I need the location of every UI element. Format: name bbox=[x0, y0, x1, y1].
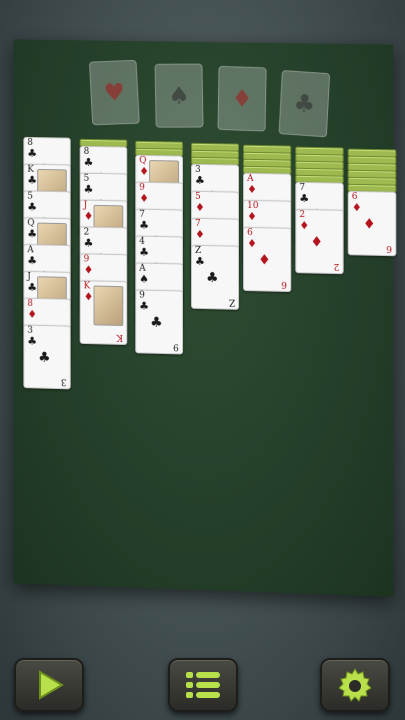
menu-button[interactable] bbox=[168, 658, 238, 712]
card-pip-icon: ♦ bbox=[310, 234, 324, 251]
card-suit-icon: ♦ bbox=[139, 191, 150, 205]
card-suit-icon: ♦ bbox=[83, 290, 94, 304]
card-rank-bottom: 2 bbox=[333, 260, 340, 272]
play-icon bbox=[39, 670, 64, 700]
card-suit-icon: ♦ bbox=[247, 182, 257, 197]
settings-button[interactable] bbox=[320, 658, 390, 712]
card-suit-icon: ♣ bbox=[27, 280, 38, 295]
foundation-clubs[interactable]: ♣ bbox=[278, 69, 331, 138]
card-suit-icon: ♦ bbox=[351, 200, 362, 215]
card-pip-icon: ♦ bbox=[258, 252, 271, 269]
card-rank-bottom: 3 bbox=[61, 376, 67, 387]
card-suit-icon: ♦ bbox=[247, 209, 257, 224]
card-suit-icon: ♦ bbox=[195, 227, 205, 242]
card-rank-bottom: 6 bbox=[281, 278, 288, 289]
card-pip-icon: ♣ bbox=[38, 349, 51, 366]
foundation-hearts[interactable]: ♥ bbox=[88, 59, 140, 126]
card-suit-icon: ♣ bbox=[139, 218, 150, 232]
card-suit-icon: ♦ bbox=[83, 263, 94, 277]
card-suit-icon: ♠ bbox=[139, 272, 150, 286]
card-suit-icon: ♣ bbox=[195, 254, 205, 269]
foundation-spades[interactable]: ♠ bbox=[154, 63, 204, 128]
foundation-diamonds[interactable]: ♦ bbox=[217, 65, 267, 132]
card-pip-icon: ♣ bbox=[205, 270, 219, 287]
card-suit-icon: ♦ bbox=[195, 200, 205, 215]
card-rank-bottom: K bbox=[116, 331, 124, 342]
playing-card[interactable]: Z ♣ ♣ Z bbox=[191, 244, 240, 310]
card-suit-icon: ♣ bbox=[139, 245, 150, 259]
card-suit-icon: ♣ bbox=[27, 200, 38, 214]
playing-card[interactable]: 6 ♦ ♦ 6 bbox=[243, 226, 292, 293]
playing-card[interactable]: 9 ♣ ♣ 9 bbox=[135, 289, 184, 355]
playing-card[interactable]: 3♣♣3 bbox=[23, 324, 71, 390]
card-rank-bottom: Z bbox=[228, 296, 236, 307]
playing-card[interactable]: 2 ♦ ♦ 2 bbox=[295, 208, 344, 275]
card-pip-icon: ♦ bbox=[362, 216, 376, 233]
card-suit-icon: ♣ bbox=[27, 334, 38, 348]
card-suit-icon: ♣ bbox=[299, 191, 310, 206]
card-suit-icon: ♣ bbox=[27, 146, 38, 160]
card-suit-icon: ♦ bbox=[83, 209, 94, 223]
card-suit-icon: ♣ bbox=[83, 236, 94, 250]
card-suit-icon: ♣ bbox=[27, 254, 38, 268]
card-suit-icon: ♣ bbox=[139, 299, 150, 313]
playing-card[interactable]: 6 ♦ ♦ 6 bbox=[347, 190, 397, 257]
card-suit-icon: ♣ bbox=[195, 173, 205, 188]
play-button[interactable] bbox=[14, 658, 84, 712]
card-suit-icon: ♣ bbox=[83, 182, 94, 196]
card-pip-icon: ♣ bbox=[150, 314, 163, 332]
card-suit-icon: ♣ bbox=[27, 227, 38, 241]
card-suit-icon: ♣ bbox=[83, 155, 94, 169]
card-rank-bottom: 9 bbox=[173, 341, 180, 352]
card-suit-icon: ♦ bbox=[27, 307, 38, 321]
menu-icon bbox=[186, 672, 220, 698]
gear-icon bbox=[338, 668, 372, 702]
card-rank-bottom: 6 bbox=[386, 242, 393, 254]
card-suit-icon: ♦ bbox=[247, 236, 257, 251]
card-suit-icon: ♣ bbox=[27, 173, 38, 187]
playing-card[interactable]: K ♦ K bbox=[79, 280, 128, 346]
card-suit-icon: ♦ bbox=[139, 164, 150, 178]
face-card-art bbox=[93, 285, 124, 327]
card-suit-icon: ♦ bbox=[299, 219, 310, 233]
game-table: ♥ ♠ ♦ ♣ 8♣♣8K♣K5♣♣5Q♣QA♣♣AJ♣J8♦♦83♣♣38♣♣… bbox=[13, 39, 397, 597]
